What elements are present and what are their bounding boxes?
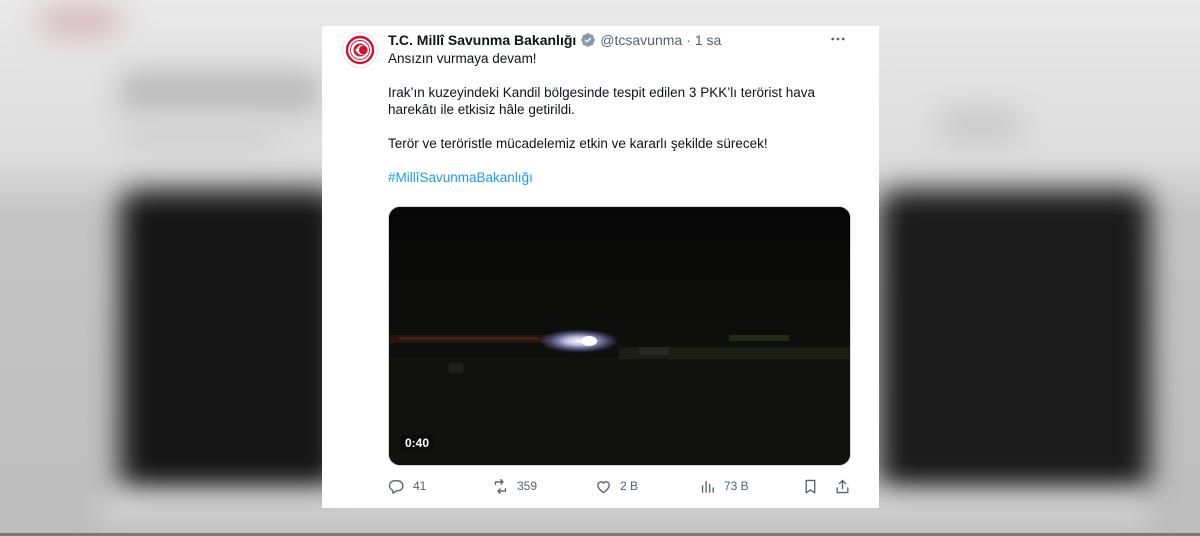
video-duration: 0:40 xyxy=(401,435,434,451)
background-blur-shape xyxy=(120,190,340,490)
share-button[interactable] xyxy=(834,476,851,496)
tweet-header: T.C. Millî Savunma Bakanlığı @tcsavunma … xyxy=(388,30,721,50)
avatar[interactable] xyxy=(342,32,378,68)
separator-dot: · xyxy=(686,32,691,48)
view-count: 73 B xyxy=(724,479,749,493)
bookmark-icon xyxy=(805,479,816,494)
background-blur-shape xyxy=(120,128,280,150)
reply-button[interactable]: 41 xyxy=(388,476,426,496)
more-icon xyxy=(831,37,845,41)
action-bar: 41 359 2 B 73 B xyxy=(388,476,852,496)
tweet-text-line: Irak’ın kuzeyindeki Kandil bölgesinde te… xyxy=(388,85,815,100)
tweet-text: Ansızın vurmaya devam! Irak’ın kuzeyinde… xyxy=(388,50,858,186)
bookmark-button[interactable] xyxy=(802,476,819,496)
ministry-emblem-icon xyxy=(344,34,376,66)
reply-count: 41 xyxy=(413,479,427,493)
share-icon xyxy=(836,479,849,493)
like-button[interactable]: 2 B xyxy=(595,476,638,496)
repost-count: 359 xyxy=(517,479,538,493)
video-frame xyxy=(389,207,850,465)
views-button[interactable]: 73 B xyxy=(699,476,749,496)
display-name[interactable]: T.C. Millî Savunma Bakanlığı xyxy=(388,32,576,48)
background-blur-shape xyxy=(940,110,1020,140)
views-icon xyxy=(701,480,714,493)
background-blur-shape xyxy=(40,6,120,36)
background-blur-shape xyxy=(880,190,1150,490)
like-icon xyxy=(597,480,610,493)
more-button[interactable] xyxy=(827,28,849,50)
reply-icon xyxy=(388,479,404,494)
repost-icon xyxy=(494,478,507,494)
tweet-text-line: harekâtı ile etkisiz hâle getirildi. xyxy=(388,102,575,117)
tweet-card[interactable]: T.C. Millî Savunma Bakanlığı @tcsavunma … xyxy=(322,26,879,508)
tweet-text-line: Terör ve teröristle mücadelemiz etkin ve… xyxy=(388,136,768,151)
timestamp[interactable]: 1 sa xyxy=(695,32,721,48)
tweet-text-line: Ansızın vurmaya devam! xyxy=(388,51,537,66)
like-count: 2 B xyxy=(620,479,639,493)
video-player[interactable]: 0:40 xyxy=(388,206,851,466)
verified-badge-icon xyxy=(580,32,596,48)
repost-button[interactable]: 359 xyxy=(492,476,537,496)
user-handle[interactable]: @tcsavunma xyxy=(600,32,682,48)
hashtag-link[interactable]: #MillîSavunmaBakanlığı xyxy=(388,170,533,185)
background-blur-shape xyxy=(120,72,320,112)
